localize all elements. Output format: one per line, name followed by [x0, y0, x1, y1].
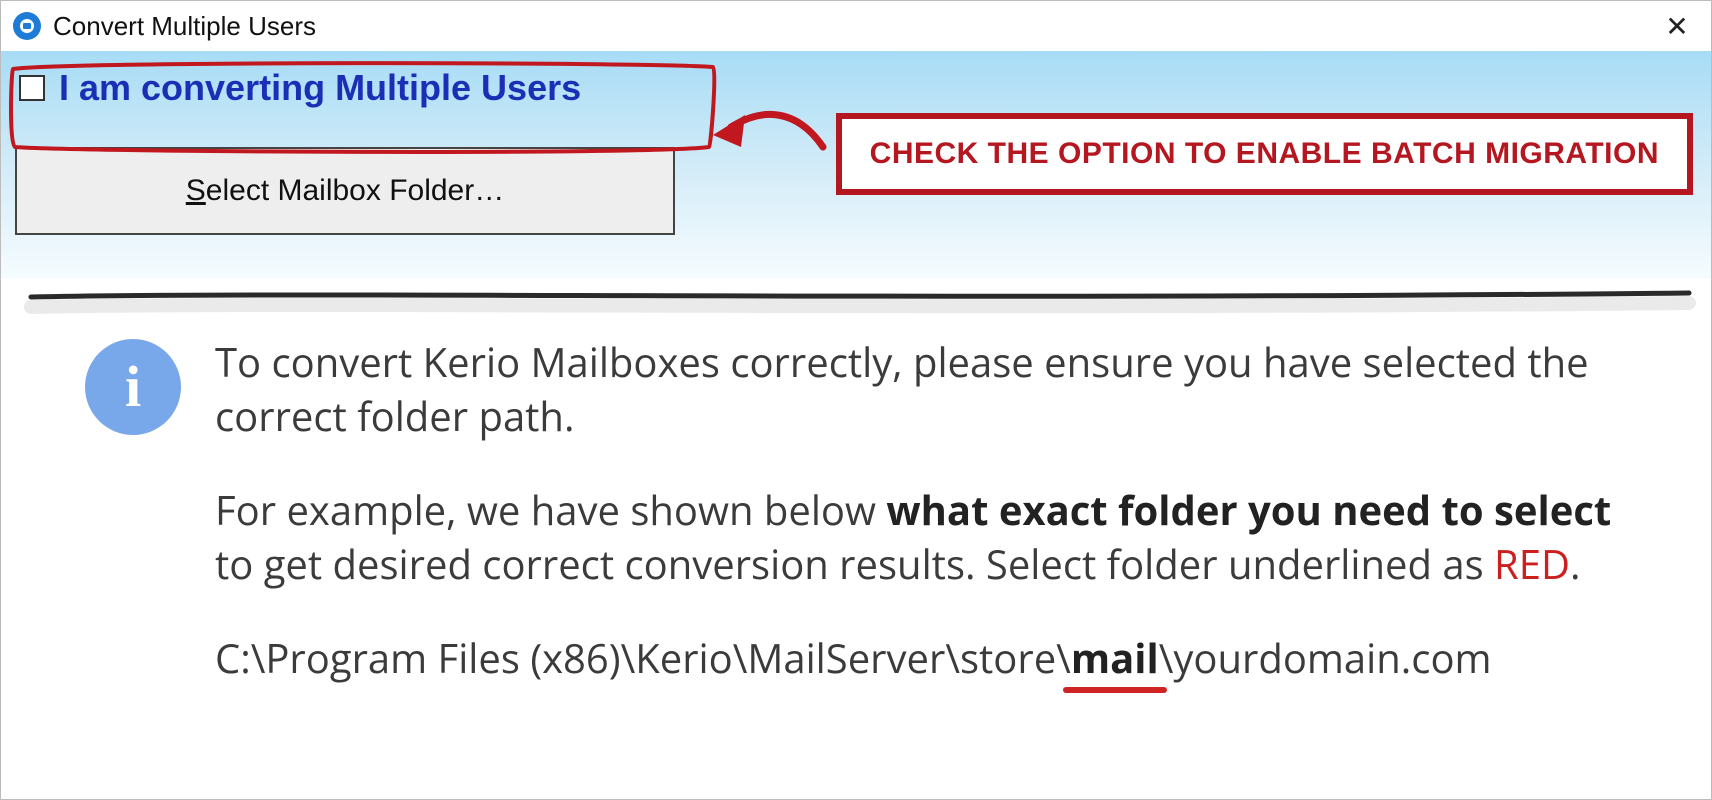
example-path: C:\Program Files (x86)\Kerio\MailServer\…: [215, 631, 1641, 685]
info-p2-a: For example, we have shown below: [215, 482, 886, 537]
app-icon: [13, 12, 41, 40]
info-p2-red: RED: [1494, 536, 1570, 591]
select-mailbox-label: elect Mailbox Folder…: [206, 174, 504, 208]
annotation-callout-text: CHECK THE OPTION TO ENABLE BATCH MIGRATI…: [870, 137, 1659, 170]
annotation-arrow-icon: [707, 89, 827, 173]
path-mail-highlight: mail: [1071, 631, 1159, 685]
annotation-callout: CHECK THE OPTION TO ENABLE BATCH MIGRATI…: [836, 113, 1693, 195]
multiple-users-checkbox[interactable]: [19, 75, 45, 101]
path-prefix: C:\Program Files (x86)\Kerio\MailServer\…: [215, 630, 1071, 685]
info-paragraph-1: To convert Kerio Mailboxes correctly, pl…: [215, 335, 1641, 443]
multiple-users-label: I am converting Multiple Users: [59, 67, 581, 109]
select-mailbox-folder-button[interactable]: Select Mailbox Folder…: [15, 147, 675, 235]
info-icon: i: [85, 339, 181, 435]
select-mailbox-accel: S: [186, 174, 206, 208]
info-panel: i To convert Kerio Mailboxes correctly, …: [1, 311, 1711, 725]
titlebar: Convert Multiple Users ✕: [1, 1, 1711, 51]
close-icon[interactable]: ✕: [1651, 6, 1703, 46]
info-paragraph-2: For example, we have shown below what ex…: [215, 483, 1641, 591]
info-p2-bold: what exact folder you need to select: [886, 482, 1611, 537]
window-title: Convert Multiple Users: [53, 11, 316, 42]
info-p2-e: .: [1570, 536, 1581, 591]
path-suffix: \yourdomain.com: [1159, 630, 1492, 685]
info-p2-c: to get desired correct conversion result…: [215, 536, 1494, 591]
multiple-users-checkbox-row: I am converting Multiple Users: [15, 61, 715, 119]
options-panel: I am converting Multiple Users Select Ma…: [1, 51, 1711, 279]
